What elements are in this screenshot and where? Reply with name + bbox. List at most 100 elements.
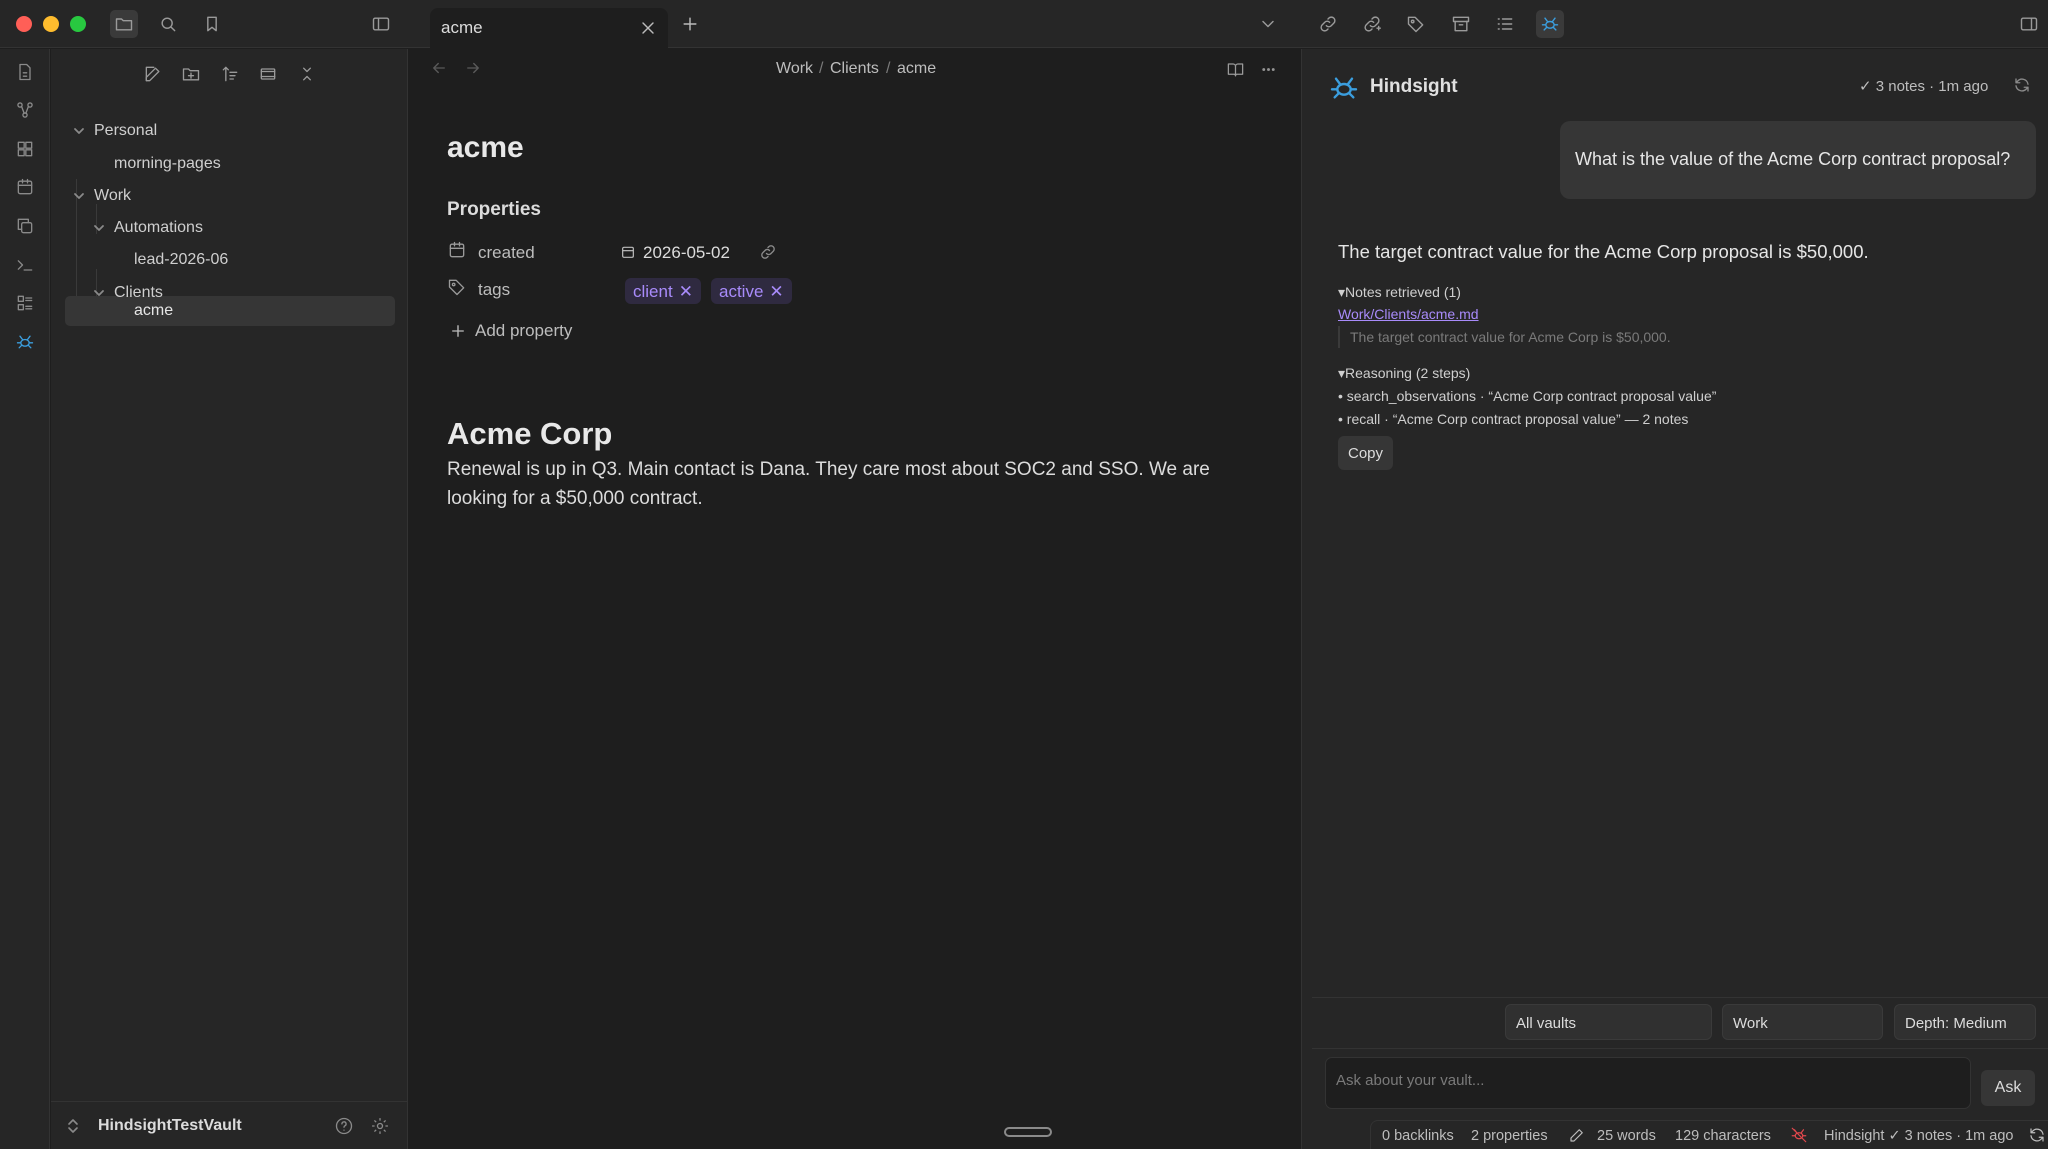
status-refresh-button[interactable] bbox=[2028, 1126, 2046, 1144]
vault-switcher: HindsightTestVault bbox=[51, 1101, 408, 1149]
plus-icon bbox=[452, 325, 464, 337]
property-value-created[interactable]: 2026-05-02 bbox=[643, 243, 730, 263]
archive-icon bbox=[1452, 16, 1470, 32]
close-tab-button[interactable] bbox=[638, 18, 658, 38]
graph-icon bbox=[17, 102, 33, 118]
toggle-right-sidebar-button[interactable] bbox=[2015, 10, 2043, 38]
backlinks-view-button[interactable] bbox=[1314, 10, 1342, 38]
help-button[interactable] bbox=[334, 1116, 354, 1136]
more-horizontal-icon bbox=[1261, 67, 1275, 71]
new-note-button[interactable] bbox=[140, 61, 166, 87]
help-icon bbox=[335, 1117, 353, 1135]
open-quick-switcher-button[interactable] bbox=[12, 59, 38, 85]
open-hindsight-button[interactable] bbox=[12, 329, 38, 355]
chevron-down-icon bbox=[92, 221, 106, 235]
tag-icon bbox=[1407, 16, 1424, 33]
tags-view-button[interactable] bbox=[1402, 10, 1430, 38]
status-hindsight[interactable]: Hindsight ✓ 3 notes · 1m ago bbox=[1824, 1128, 2013, 1144]
status-bar: 0 backlinks 2 properties 25 words 129 ch… bbox=[1370, 1120, 2048, 1149]
layout-list-icon bbox=[17, 295, 33, 311]
ask-input[interactable]: Ask about your vault... bbox=[1325, 1057, 1971, 1109]
new-tab-button[interactable] bbox=[680, 14, 702, 36]
toggle-left-sidebar-button[interactable] bbox=[367, 10, 395, 38]
note-title[interactable]: acme bbox=[447, 131, 524, 165]
tree-folder-work[interactable]: Work bbox=[51, 181, 408, 211]
insert-template-button[interactable] bbox=[12, 213, 38, 239]
bookmarks-view-button[interactable] bbox=[198, 10, 226, 38]
vault-name[interactable]: HindsightTestVault bbox=[98, 1117, 242, 1135]
minimize-window-button[interactable] bbox=[43, 16, 59, 32]
divider bbox=[1312, 997, 2048, 998]
status-backlinks[interactable]: 0 backlinks bbox=[1382, 1128, 1454, 1144]
depth-select[interactable]: Depth: Medium bbox=[1894, 1004, 2036, 1040]
breadcrumb-item[interactable]: Clients bbox=[830, 60, 879, 78]
search-view-button[interactable] bbox=[154, 10, 182, 38]
hindsight-view-button[interactable] bbox=[1536, 10, 1564, 38]
property-key-created[interactable]: created bbox=[478, 243, 535, 263]
folder-scope-select[interactable]: Work bbox=[1722, 1004, 1883, 1040]
ask-button[interactable]: Ask bbox=[1981, 1070, 2035, 1106]
tag-pill-client[interactable]: client ✕ bbox=[625, 278, 701, 304]
reading-view-button[interactable] bbox=[1223, 57, 1247, 81]
tree-file-morning-pages[interactable]: morning-pages bbox=[51, 149, 408, 179]
tree-file-lead-2026-06[interactable]: lead-2026-06 bbox=[51, 245, 408, 275]
note-link[interactable]: Work/Clients/acme.md bbox=[1338, 306, 1479, 322]
edit-icon bbox=[145, 66, 160, 82]
add-property-button[interactable]: Add property bbox=[449, 321, 572, 341]
close-window-button[interactable] bbox=[16, 16, 32, 32]
folder-plus-icon bbox=[182, 68, 200, 81]
open-bases-button[interactable] bbox=[12, 290, 38, 316]
sync-error-icon bbox=[1791, 1127, 1807, 1143]
note-heading[interactable]: Acme Corp bbox=[447, 416, 612, 452]
tree-folder-personal[interactable]: Personal bbox=[51, 116, 408, 146]
archive-view-button[interactable] bbox=[1447, 10, 1475, 38]
breadcrumb-separator: / bbox=[886, 60, 891, 77]
pane-resize-handle[interactable] bbox=[1004, 1127, 1052, 1137]
navigate-back-button[interactable] bbox=[430, 59, 452, 81]
divider bbox=[1312, 1048, 2048, 1049]
sync-error-button[interactable] bbox=[1790, 1126, 1808, 1144]
sort-icon bbox=[222, 66, 238, 82]
vault-scope-select[interactable]: All vaults bbox=[1505, 1004, 1712, 1040]
open-canvas-button[interactable] bbox=[12, 136, 38, 162]
new-folder-button[interactable] bbox=[178, 61, 204, 87]
sort-button[interactable] bbox=[217, 61, 243, 87]
link-icon bbox=[761, 245, 775, 259]
reasoning-toggle[interactable]: ▾Reasoning (2 steps) bbox=[1338, 365, 1470, 382]
navigate-forward-button[interactable] bbox=[464, 59, 486, 81]
tag-label: active bbox=[719, 282, 764, 301]
copy-button[interactable]: Copy bbox=[1338, 436, 1393, 470]
settings-button[interactable] bbox=[370, 1116, 390, 1136]
notes-retrieved-toggle[interactable]: ▾Notes retrieved (1) bbox=[1338, 284, 1461, 301]
zoom-window-button[interactable] bbox=[70, 16, 86, 32]
sidebar-right-icon bbox=[2020, 17, 2038, 31]
open-date-link-button[interactable] bbox=[759, 243, 777, 261]
breadcrumb-item[interactable]: acme bbox=[897, 60, 936, 78]
outgoing-links-view-button[interactable] bbox=[1358, 10, 1386, 38]
link-icon bbox=[1320, 16, 1336, 32]
refresh-button[interactable] bbox=[2013, 76, 2031, 94]
open-daily-note-button[interactable] bbox=[12, 174, 38, 200]
note-paragraph[interactable]: Renewal is up in Q3. Main contact is Dan… bbox=[447, 455, 1267, 513]
edit-mode-button[interactable] bbox=[1568, 1126, 1586, 1144]
remove-tag-icon[interactable]: ✕ bbox=[679, 282, 693, 302]
tab-list-button[interactable] bbox=[1254, 10, 1282, 38]
tag-pill-active[interactable]: active ✕ bbox=[711, 278, 792, 304]
auto-reveal-button[interactable] bbox=[255, 61, 281, 87]
file-icon bbox=[19, 63, 31, 81]
more-options-button[interactable] bbox=[1256, 57, 1280, 81]
open-graph-view-button[interactable] bbox=[12, 97, 38, 123]
remove-tag-icon[interactable]: ✕ bbox=[769, 282, 783, 302]
open-command-palette-button[interactable] bbox=[12, 252, 38, 278]
tree-folder-automations[interactable]: Automations bbox=[51, 213, 408, 243]
tab-acme[interactable]: acme bbox=[430, 8, 668, 48]
property-key-tags[interactable]: tags bbox=[478, 280, 510, 300]
collapse-all-button[interactable] bbox=[294, 61, 320, 87]
breadcrumb-separator: / bbox=[819, 60, 824, 77]
outline-view-button[interactable] bbox=[1491, 10, 1519, 38]
tree-file-acme[interactable]: acme bbox=[51, 296, 408, 326]
breadcrumb-item[interactable]: Work bbox=[776, 60, 813, 78]
vault-switcher-button[interactable] bbox=[65, 1117, 81, 1135]
files-view-button[interactable] bbox=[110, 10, 138, 38]
status-properties[interactable]: 2 properties bbox=[1471, 1128, 1548, 1144]
